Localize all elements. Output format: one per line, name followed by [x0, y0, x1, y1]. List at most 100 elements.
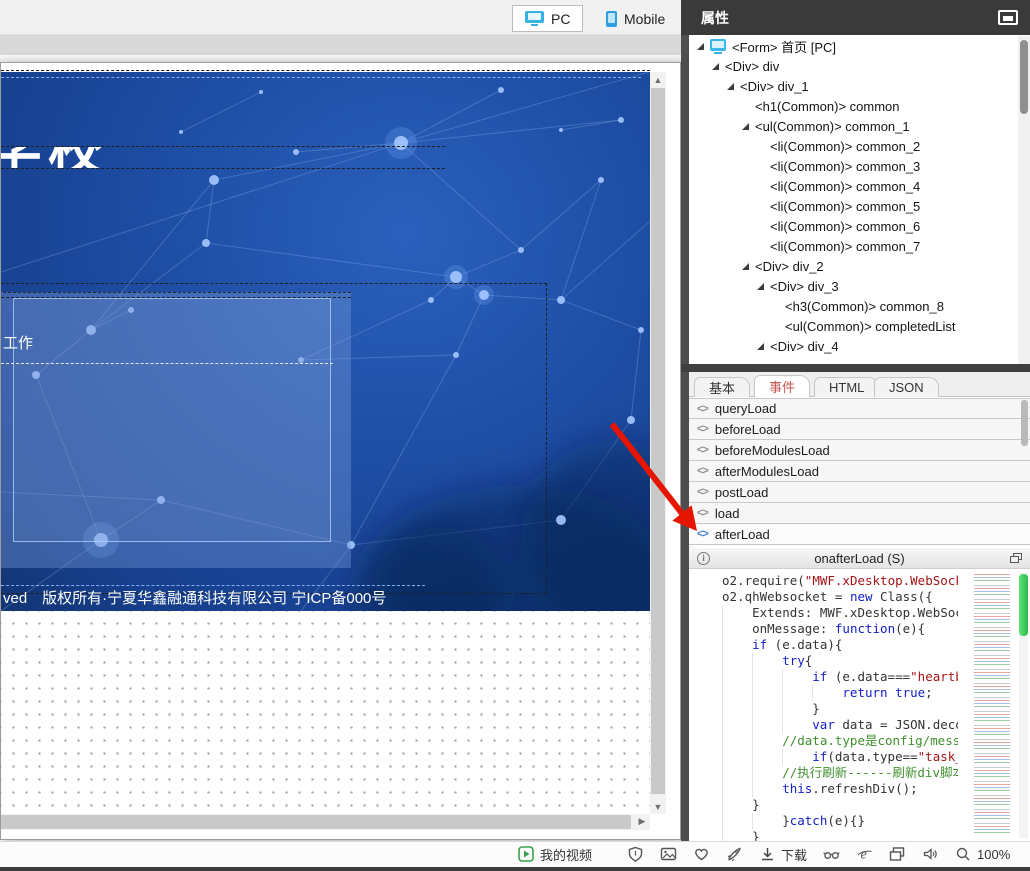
hero-title-clipped[interactable]: 学校	[1, 147, 321, 168]
code-brackets-icon: <>	[697, 528, 709, 540]
properties-title: 属性	[701, 9, 729, 26]
scroll-right-icon[interactable]: ▶	[634, 814, 650, 829]
status-bar: 我的视频 下载 e 100%	[0, 841, 1030, 867]
designer-grid-canvas[interactable]	[1, 611, 650, 814]
statusbar-label: 100%	[977, 847, 1011, 862]
preview-horizontal-scrollbar[interactable]: ▶	[1, 814, 650, 830]
statusbar-tiles-button[interactable]	[889, 846, 906, 863]
tree-expander-icon[interactable]	[742, 262, 749, 270]
statusbar-heart-button[interactable]	[693, 846, 710, 863]
tree-item[interactable]: <ul(Common)> completedList	[689, 316, 1018, 336]
code-brackets-icon: <>	[697, 444, 709, 456]
event-item-load[interactable]: <> load	[689, 503, 1030, 524]
tree-item-label: <Div> div	[725, 58, 780, 74]
event-item-label: postLoad	[714, 484, 769, 500]
tree-scrollbar[interactable]	[1018, 36, 1030, 364]
code-brackets-icon: <>	[697, 402, 709, 415]
statusbar-speaker-button[interactable]	[922, 846, 939, 863]
tree-expander-icon[interactable]	[757, 342, 764, 350]
scroll-down-icon[interactable]: ▼	[650, 799, 666, 814]
tab-事件[interactable]: 事件	[754, 375, 811, 397]
tree-expander-icon[interactable]	[727, 82, 734, 90]
statusbar-shield-button[interactable]	[627, 846, 644, 863]
tree-expander-icon[interactable]	[697, 42, 704, 50]
tree-item[interactable]: <Div> div_4	[689, 336, 1018, 356]
tree-item[interactable]: <h1(Common)> common	[689, 96, 1018, 116]
tree-item[interactable]: <ul(Common)> common_1	[689, 116, 1018, 136]
tree-item[interactable]: <Div> div_2	[689, 256, 1018, 276]
event-item-label: afterLoad	[714, 526, 770, 542]
code-scrollbar[interactable]	[1019, 572, 1028, 838]
event-item-afterLoad[interactable]: <> afterLoad	[689, 524, 1030, 545]
tab-JSON[interactable]: JSON	[874, 377, 939, 397]
vertical-scroll-thumb[interactable]	[651, 88, 665, 794]
tree-item[interactable]: <li(Common)> common_2	[689, 136, 1018, 156]
tree-item-label: <Div> div_1	[740, 78, 809, 94]
statusbar-glasses-button[interactable]	[823, 846, 840, 863]
tree-item[interactable]: <Div> div	[689, 56, 1018, 76]
event-list-scroll-thumb[interactable]	[1021, 400, 1028, 446]
mobile-toggle-button[interactable]: Mobile	[594, 5, 677, 32]
tree-item[interactable]: <Div> div_1	[689, 76, 1018, 96]
event-item-beforeModulesLoad[interactable]: <> beforeModulesLoad	[689, 440, 1030, 461]
tree-item-label: <Div> div_4	[770, 338, 839, 354]
code-editor[interactable]: o2.require("MWF.xDesktop.WebSocket",o2.q…	[689, 569, 1030, 841]
tree-item[interactable]: <li(Common)> common_4	[689, 176, 1018, 196]
window-bottom-edge	[0, 867, 1030, 871]
statusbar-magnifier-100%-button[interactable]: 100%	[955, 846, 1010, 863]
info-icon[interactable]: i	[697, 551, 710, 565]
tab-基本[interactable]: 基本	[694, 377, 751, 397]
statusbar-picture-button[interactable]	[660, 846, 677, 863]
statusbar-label: 下载	[781, 848, 808, 863]
statusbar-play-我的视频-button[interactable]: 我的视频	[518, 845, 592, 864]
panel-heading-label[interactable]: 工作	[3, 332, 33, 353]
tree-item[interactable]: <Div> div_3	[689, 276, 1018, 296]
horizontal-scroll-thumb[interactable]	[1, 815, 631, 829]
tree-expander-icon[interactable]	[742, 122, 749, 130]
tree-scroll-thumb[interactable]	[1020, 40, 1028, 114]
tree-expander-icon[interactable]	[712, 62, 719, 70]
form-preview-window: 学校 工作 ved 版权所有·宁夏华鑫融通科技有限公司 宁ICP备000号 ▲ …	[0, 62, 681, 840]
code-line: }	[722, 797, 958, 813]
event-item-afterModulesLoad[interactable]: <> afterModulesLoad	[689, 461, 1030, 482]
form-monitor-icon	[710, 39, 726, 54]
code-editor-title: onafterLoad (S)	[814, 550, 905, 566]
tree-expander-icon[interactable]	[757, 282, 764, 290]
event-item-label: queryLoad	[714, 401, 777, 416]
scroll-up-icon[interactable]: ▲	[650, 72, 666, 87]
code-minimap[interactable]	[958, 572, 1010, 834]
canvas-top-band	[0, 35, 681, 55]
tree-item[interactable]: <li(Common)> common_5	[689, 196, 1018, 216]
element-tree: <Form> 首页 [PC] <Div> div <Div> div_1 <h1(Co…	[689, 36, 1018, 364]
heart-icon	[695, 848, 708, 861]
tree-item[interactable]: <li(Common)> common_6	[689, 216, 1018, 236]
code-scroll-thumb[interactable]	[1019, 574, 1028, 636]
code-line: o2.require("MWF.xDesktop.WebSocket",	[722, 573, 958, 588]
form-canvas[interactable]: 学校 工作 ved 版权所有·宁夏华鑫融通科技有限公司 宁ICP备000号	[1, 72, 650, 611]
screen-icon[interactable]	[998, 10, 1018, 25]
tree-item[interactable]: <li(Common)> common_7	[689, 236, 1018, 256]
footer-outline	[1, 585, 425, 586]
panel-inner-box[interactable]	[13, 298, 331, 542]
code-line: }	[722, 701, 958, 717]
preview-vertical-scrollbar[interactable]: ▲ ▼	[650, 72, 666, 814]
svg-text:e: e	[861, 848, 867, 863]
statusbar-rocket-button[interactable]	[726, 846, 743, 863]
code-brackets-icon: <>	[697, 507, 709, 519]
statusbar-download-下载-button[interactable]: 下载	[759, 845, 807, 864]
tree-item-label: <h1(Common)> common	[755, 98, 900, 114]
code-line: if (e.data){	[722, 637, 958, 653]
code-lines[interactable]: o2.require("MWF.xDesktop.WebSocket",o2.q…	[722, 573, 958, 841]
event-item-postLoad[interactable]: <> postLoad	[689, 482, 1030, 503]
tree-item[interactable]: <li(Common)> common_3	[689, 156, 1018, 176]
tree-item[interactable]: <h3(Common)> common_8	[689, 296, 1018, 316]
panel-divider[interactable]	[681, 35, 689, 841]
tab-HTML[interactable]: HTML	[814, 377, 880, 397]
event-item-beforeLoad[interactable]: <> beforeLoad	[689, 419, 1030, 440]
maximize-restore-icon[interactable]	[1010, 552, 1022, 564]
pc-toggle-button[interactable]: PC	[512, 5, 584, 32]
event-item-queryLoad[interactable]: <> queryLoad	[689, 398, 1030, 419]
picture-icon	[660, 847, 677, 861]
tree-item[interactable]: <Form> 首页 [PC]	[689, 36, 1018, 56]
statusbar-ie-button[interactable]: e	[856, 846, 873, 863]
